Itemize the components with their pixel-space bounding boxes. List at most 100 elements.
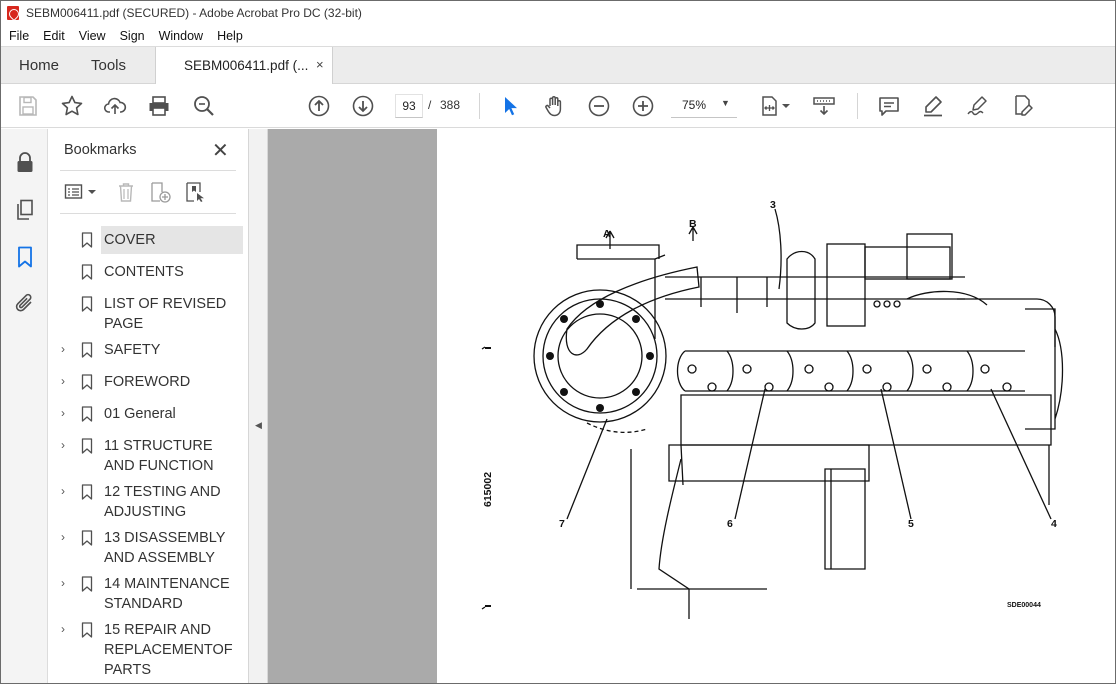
bookmark-label: 01 General <box>104 406 176 422</box>
edit-document-icon[interactable] <box>1010 94 1034 118</box>
callout-3: 3 <box>770 199 776 211</box>
pdf-page: A B 3 4 5 6 7 615002 SDE00044 <box>437 129 1115 683</box>
menu-bar: File Edit View Sign Window Help <box>1 25 1115 46</box>
menu-view[interactable]: View <box>79 29 106 43</box>
callout-4: 4 <box>1051 518 1057 530</box>
main-toolbar: 93 / 388 75% ▼ <box>1 84 1115 128</box>
engine-linework <box>481 208 1064 619</box>
bookmark-icon <box>81 484 93 500</box>
tab-document-label: SEBM006411.pdf (... <box>184 58 309 73</box>
zoom-search-icon[interactable] <box>192 94 216 118</box>
chevron-down-icon[interactable] <box>86 181 98 203</box>
toolbar-divider <box>857 93 858 119</box>
scroll-mode-icon[interactable] <box>812 94 836 118</box>
callout-7: 7 <box>559 518 565 530</box>
sign-pen-icon[interactable] <box>965 94 989 118</box>
page-number-input[interactable]: 93 <box>395 94 423 118</box>
toolbar-divider <box>479 93 480 119</box>
panel-divider <box>60 213 236 214</box>
find-bookmark-icon[interactable] <box>184 181 206 203</box>
expand-chevron-icon[interactable]: › <box>61 622 65 636</box>
bookmark-icon <box>81 374 93 390</box>
bookmark-icon <box>81 406 93 422</box>
bookmark-label: 15 REPAIR AND REPLACEMENTOF PARTS <box>104 622 233 678</box>
bookmark-label: 13 DISASSEMBLY AND ASSEMBLY <box>104 530 226 566</box>
figure-reference-code: SDE00044 <box>1007 602 1041 609</box>
bookmark-label: FOREWORD <box>104 374 191 390</box>
print-icon[interactable] <box>147 94 171 118</box>
zoom-level-dropdown[interactable]: 75% ▼ <box>671 94 737 118</box>
bookmark-icon <box>81 622 93 638</box>
panel-splitter[interactable]: ◀ <box>249 129 268 683</box>
callout-6: 6 <box>727 518 733 530</box>
menu-file[interactable]: File <box>9 29 29 43</box>
highlight-pen-icon[interactable] <box>921 94 945 118</box>
bookmark-icon <box>81 264 93 280</box>
expand-chevron-icon[interactable]: › <box>61 576 65 590</box>
acrobat-app-icon <box>7 6 19 20</box>
bookmark-label: 14 MAINTENANCE STANDARD <box>104 576 230 612</box>
menu-help[interactable]: Help <box>217 29 243 43</box>
title-bar: SEBM006411.pdf (SECURED) - Adobe Acrobat… <box>1 1 1115 25</box>
navigation-rail <box>1 129 48 683</box>
close-icon[interactable]: ✕ <box>212 138 229 163</box>
comment-icon[interactable] <box>877 94 901 118</box>
chevron-down-icon: ▼ <box>721 98 730 108</box>
bookmark-icon <box>81 576 93 592</box>
panel-divider <box>60 170 236 171</box>
expand-chevron-icon[interactable]: › <box>61 438 65 452</box>
menu-window[interactable]: Window <box>159 29 203 43</box>
previous-page-icon[interactable] <box>307 94 331 118</box>
bookmark-icon <box>81 296 93 312</box>
document-view[interactable]: A B 3 4 5 6 7 615002 SDE00044 <box>268 129 1115 683</box>
expand-chevron-icon[interactable]: › <box>61 374 65 388</box>
page-separator: / <box>428 98 432 112</box>
new-bookmark-icon[interactable] <box>149 181 171 203</box>
callout-b: B <box>689 218 697 230</box>
page-thumbnails-icon[interactable] <box>13 198 37 222</box>
save-icon[interactable] <box>16 94 40 118</box>
lock-icon[interactable] <box>13 151 37 175</box>
menu-edit[interactable]: Edit <box>43 29 65 43</box>
drawing-bolts <box>485 300 654 607</box>
callout-5: 5 <box>908 518 914 530</box>
zoom-in-icon[interactable] <box>631 94 655 118</box>
callout-a: A <box>603 228 611 240</box>
bookmark-icon <box>81 530 93 546</box>
select-cursor-icon[interactable] <box>498 94 522 118</box>
bookmark-icon <box>81 232 93 248</box>
tab-bar: Home Tools SEBM006411.pdf (... × <box>1 46 1115 85</box>
collapse-panel-icon[interactable]: ◀ <box>255 420 262 431</box>
chevron-down-icon[interactable] <box>779 94 793 118</box>
bookmarks-title: Bookmarks <box>64 142 137 158</box>
bookmark-icon <box>81 438 93 454</box>
bookmark-label: LIST OF REVISED PAGE <box>104 296 227 332</box>
acrobat-window: SEBM006411.pdf (SECURED) - Adobe Acrobat… <box>0 0 1116 684</box>
zoom-out-icon[interactable] <box>587 94 611 118</box>
expand-chevron-icon[interactable]: › <box>61 406 65 420</box>
tab-document[interactable]: SEBM006411.pdf (... × <box>155 47 333 85</box>
tab-tools[interactable]: Tools <box>91 57 126 74</box>
bookmarks-panel: Bookmarks ✕ COVER CONTENTS LIST OF REVIS… <box>48 129 249 683</box>
delete-bookmark-icon[interactable] <box>115 181 137 203</box>
star-icon[interactable] <box>60 94 84 118</box>
bookmark-options-icon[interactable] <box>64 181 86 203</box>
bookmark-icon <box>81 342 93 358</box>
expand-chevron-icon[interactable]: › <box>61 342 65 356</box>
bookmark-label: CONTENTS <box>104 264 184 280</box>
next-page-icon[interactable] <box>351 94 375 118</box>
bookmark-label: 12 TESTING AND ADJUSTING <box>104 484 221 520</box>
menu-sign[interactable]: Sign <box>120 29 145 43</box>
tab-home[interactable]: Home <box>19 57 59 74</box>
bookmark-label: COVER <box>104 232 156 248</box>
engine-drawing: A B 3 4 5 6 7 615002 SDE00044 <box>481 199 1064 619</box>
attachment-icon[interactable] <box>13 291 37 315</box>
bookmark-label: 11 STRUCTURE AND FUNCTION <box>104 438 214 474</box>
expand-chevron-icon[interactable]: › <box>61 530 65 544</box>
cloud-upload-icon[interactable] <box>103 94 127 118</box>
tab-close-icon[interactable]: × <box>316 57 324 72</box>
total-pages: 388 <box>440 98 461 112</box>
expand-chevron-icon[interactable]: › <box>61 484 65 498</box>
hand-tool-icon[interactable] <box>542 94 566 118</box>
bookmark-panel-icon[interactable] <box>13 245 37 269</box>
